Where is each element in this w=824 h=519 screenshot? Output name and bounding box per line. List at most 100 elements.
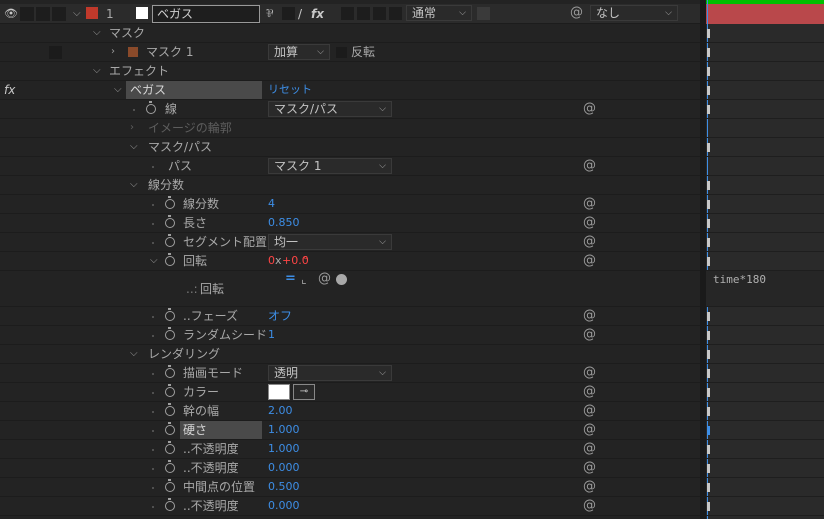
prop-value[interactable]: 1 [268,326,275,344]
chevron-down-icon[interactable]: ⌵ [130,345,138,363]
prop-blend-mode[interactable]: 描画モード 透明 ⌵ @ [0,364,706,383]
pick-whip-icon[interactable]: @ [570,4,583,22]
pick-whip-icon[interactable]: @ [583,326,596,344]
prop-segments[interactable]: 線分数 4 @ [0,195,706,214]
pick-whip-icon[interactable]: @ [583,459,596,477]
quality-switch-icon[interactable]: / [298,5,302,23]
stopwatch-icon[interactable] [165,460,175,473]
prop-segments-group[interactable]: ⌵ 線分数 [0,176,706,195]
color-swatch[interactable] [268,384,290,400]
prop-path[interactable]: パス マスク 1 ⌵ @ [0,157,706,176]
pick-whip-icon[interactable]: @ [583,214,596,232]
preserve-transparency-toggle[interactable] [477,7,490,20]
mask-mode-dropdown[interactable]: 加算 ⌵ [268,44,330,60]
graph-icon[interactable]: ⌞ [301,270,307,288]
expression-field[interactable]: time*180 [706,271,824,307]
chevron-down-icon[interactable]: ⌵ [150,252,158,270]
effect-name[interactable]: ベガス [130,81,166,99]
pick-whip-icon[interactable]: @ [583,440,596,458]
prop-rendering-group[interactable]: ⌵ レンダリング [0,345,706,364]
prop-value[interactable]: 1.000 [268,421,300,439]
layer-duration-bar[interactable] [706,4,824,24]
prop-value[interactable]: 1.000 [268,440,300,458]
stopwatch-icon[interactable] [165,441,175,454]
stopwatch-icon[interactable] [146,101,156,114]
label-color-swatch[interactable] [86,7,98,19]
blend-mode-dropdown[interactable]: 透明 ⌵ [268,365,392,381]
lock-toggle[interactable] [52,7,66,21]
stopwatch-icon[interactable] [165,215,175,228]
pick-whip-icon[interactable]: @ [583,383,596,401]
mode-dropdown[interactable]: 通常 ⌵ [406,5,472,21]
stopwatch-icon[interactable] [165,498,175,511]
pick-whip-icon[interactable]: @ [583,402,596,420]
pick-whip-icon[interactable]: @ [583,364,596,382]
pick-whip-icon[interactable]: @ [583,478,596,496]
stopwatch-icon[interactable] [165,253,175,266]
mask-color-swatch[interactable] [128,47,138,57]
pick-whip-icon[interactable]: @ [583,157,596,175]
mask-lock-toggle[interactable] [49,46,62,59]
effects-group-row[interactable]: ⌵ エフェクト [0,62,706,81]
prop-rotation[interactable]: ⌵ 回転 0 x +0.0 ° @ [0,252,706,271]
prop-random-seed[interactable]: ランダムシード 1 @ [0,326,706,345]
prop-value[interactable]: 0.000 [268,459,300,477]
pick-whip-icon[interactable]: @ [583,195,596,213]
stopwatch-icon[interactable] [165,422,175,435]
chevron-down-icon[interactable]: ⌵ [93,62,101,80]
stopwatch-icon[interactable] [165,403,175,416]
chevron-down-icon[interactable]: ⌵ [73,5,81,23]
prop-end-opacity[interactable]: ..不透明度 0.000 @ [0,459,706,478]
pick-whip-icon[interactable]: @ [583,421,596,439]
shy-switch-icon[interactable]: ⅌ [266,5,273,23]
language-menu-icon[interactable] [336,274,347,285]
prop-phase[interactable]: ..フェーズ オフ @ [0,307,706,326]
stopwatch-icon[interactable] [165,479,175,492]
chevron-right-icon[interactable]: › [111,43,115,61]
solo-toggle[interactable] [36,7,50,21]
chevron-down-icon[interactable]: ⌵ [130,176,138,194]
reset-link[interactable]: リセット [268,81,312,99]
expression-enable-icon[interactable]: = [285,270,296,288]
chevron-down-icon[interactable]: ⌵ [93,24,101,42]
chevron-right-icon[interactable]: › [130,119,134,137]
expression-text[interactable]: time*180 [713,271,766,289]
prop-hardness[interactable]: 硬さ 1.000 @ [0,421,706,440]
pick-whip-icon[interactable]: @ [318,270,331,288]
layer-row[interactable]: 👁 ⌵ 1 ベガス ⅌ / fx 通常 ⌵ @ なし ⌵ [0,4,706,24]
prop-value[interactable]: オフ [268,307,292,325]
stopwatch-icon[interactable] [165,384,175,397]
chevron-down-icon[interactable]: ⌵ [130,138,138,156]
pick-whip-icon[interactable]: @ [583,497,596,515]
prop-mid-opacity[interactable]: ..不透明度 0.000 @ [0,497,706,516]
prop-value[interactable]: 0.500 [268,478,300,496]
pick-whip-icon[interactable]: @ [583,252,596,270]
mask-name[interactable]: マスク 1 [146,43,193,61]
stopwatch-icon[interactable] [165,308,175,321]
prop-mask-path-group[interactable]: ⌵ マスク/パス [0,138,706,157]
eye-icon[interactable]: 👁 [4,5,18,23]
stopwatch-icon[interactable] [165,365,175,378]
rotation-turns[interactable]: 0 [268,252,275,270]
pick-whip-icon[interactable]: @ [583,307,596,325]
chevron-down-icon[interactable]: ⌵ [114,81,122,99]
pick-whip-icon[interactable]: @ [583,233,596,251]
motion-blur-switch[interactable] [357,7,370,20]
mask-group-row[interactable]: ⌵ マスク [0,24,706,43]
stopwatch-icon[interactable] [165,196,175,209]
prop-width[interactable]: 幹の幅 2.00 @ [0,402,706,421]
effect-row[interactable]: fx ⌵ ベガス リセット [0,81,706,100]
prop-value[interactable]: 0.850 [268,214,300,232]
prop-stroke[interactable]: 線 マスク/パス ⌵ @ [0,100,706,119]
audio-toggle[interactable] [20,7,34,21]
invert-checkbox[interactable] [336,47,347,58]
frame-blend-switch[interactable] [341,7,354,20]
collapse-switch[interactable] [282,7,295,20]
prop-midpoint-position[interactable]: 中間点の位置 0.500 @ [0,478,706,497]
prop-color[interactable]: カラー ⊸ @ [0,383,706,402]
layer-name-field[interactable]: ベガス [152,5,260,23]
fx-badge-icon[interactable]: fx [4,81,15,99]
timeline-panel[interactable]: time*180 [706,0,824,519]
mask-row[interactable]: › マスク 1 加算 ⌵ 反転 [0,43,706,62]
prop-start-opacity[interactable]: ..不透明度 1.000 @ [0,440,706,459]
